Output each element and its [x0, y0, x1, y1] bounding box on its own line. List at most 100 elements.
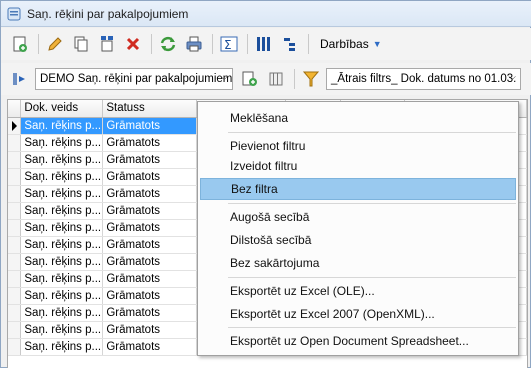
cell-status[interactable]: Grāmatots	[102, 304, 198, 322]
row-indicator[interactable]	[8, 304, 22, 322]
cell-status[interactable]: Grāmatots	[102, 219, 198, 237]
print-button[interactable]	[183, 33, 205, 55]
columns-button[interactable]	[253, 33, 275, 55]
refresh-button[interactable]	[157, 33, 179, 55]
cell-status[interactable]: Grāmatots	[102, 236, 198, 254]
actions-menu[interactable]: Darbības ▼	[320, 37, 382, 51]
edit-button[interactable]	[44, 33, 66, 55]
toolbar-separator	[247, 34, 248, 54]
view-settings-button[interactable]	[265, 68, 287, 90]
menu-item-no-sorting[interactable]: Bez sakārtojuma	[200, 252, 516, 274]
columns-settings-icon	[269, 72, 283, 86]
column-header-status[interactable]: Statuss	[102, 100, 198, 118]
cell-status[interactable]: Grāmatots	[102, 202, 198, 220]
debit-credit-icon	[101, 36, 113, 52]
copy-document-button[interactable]	[70, 33, 92, 55]
totals-button[interactable]: Σ	[218, 33, 240, 55]
row-indicator[interactable]	[8, 321, 22, 339]
view-switch-button[interactable]	[9, 68, 31, 90]
row-indicator[interactable]	[8, 117, 22, 135]
toolbar-separator	[38, 34, 39, 54]
cell-status[interactable]: Grāmatots	[102, 117, 198, 135]
cell-doc-type[interactable]: Saņ. rēķins p...	[20, 219, 104, 237]
column-context-menu: Meklēšana Pievienot filtru Izveidot filt…	[197, 101, 519, 356]
cell-doc-type[interactable]: Saņ. rēķins p...	[20, 287, 104, 305]
cell-doc-type[interactable]: Saņ. rēķins p...	[20, 202, 104, 220]
cell-status[interactable]: Grāmatots	[102, 185, 198, 203]
current-row-arrow-icon	[12, 120, 17, 131]
menu-separator	[228, 327, 516, 328]
cell-doc-type[interactable]: Saņ. rēķins p...	[20, 236, 104, 254]
menu-item-search[interactable]: Meklēšana	[200, 107, 516, 129]
list-arrow-icon	[13, 73, 25, 85]
chevron-down-icon: ⌵	[220, 72, 228, 83]
row-indicator[interactable]	[8, 338, 22, 356]
cell-doc-type[interactable]: Saņ. rēķins p...	[20, 151, 104, 169]
app-icon	[7, 7, 21, 20]
pencil-icon	[48, 37, 62, 51]
menu-item-create-filter[interactable]: Izveidot filtru	[200, 155, 516, 177]
menu-item-no-filter[interactable]: Bez filtra	[200, 178, 516, 200]
row-indicator[interactable]	[8, 270, 22, 288]
chevron-down-icon: ▼	[372, 39, 382, 49]
cell-doc-type[interactable]: Saņ. rēķins p...	[20, 304, 104, 322]
actions-menu-label: Darbības	[320, 37, 369, 51]
cell-status[interactable]: Grāmatots	[102, 321, 198, 339]
add-view-button[interactable]	[239, 68, 261, 90]
row-indicator[interactable]	[8, 202, 22, 220]
cell-doc-type[interactable]: Saņ. rēķins p...	[20, 338, 104, 356]
view-toolbar: DEMO Saņ. rēķini par pakalpojumiem ⌵ _Āt…	[1, 63, 531, 95]
row-indicator[interactable]	[8, 253, 22, 271]
menu-item-export-excel-ole[interactable]: Eksportēt uz Excel (OLE)...	[200, 280, 516, 302]
funnel-icon	[302, 71, 320, 87]
tree-view-button[interactable]	[279, 33, 301, 55]
menu-item-sort-descending[interactable]: Dilstošā secībā	[200, 229, 516, 251]
column-header-doc-type[interactable]: Dok. veids	[20, 100, 104, 118]
menu-separator	[228, 203, 516, 204]
delete-x-icon	[126, 37, 140, 51]
tree-icon	[284, 38, 295, 51]
cell-status[interactable]: Grāmatots	[102, 253, 198, 271]
cell-status[interactable]: Grāmatots	[102, 287, 198, 305]
row-indicator[interactable]	[8, 219, 22, 237]
cell-doc-type[interactable]: Saņ. rēķins p...	[20, 185, 104, 203]
cell-doc-type[interactable]: Saņ. rēķins p...	[20, 168, 104, 186]
chevron-down-icon: ⌵	[508, 72, 516, 83]
filter-button[interactable]	[300, 68, 322, 90]
row-indicator[interactable]	[8, 151, 22, 169]
sigma-icon: Σ	[220, 36, 238, 52]
svg-text:Σ: Σ	[224, 38, 232, 52]
printer-icon	[186, 36, 202, 52]
cell-status[interactable]: Grāmatots	[102, 134, 198, 152]
delete-button[interactable]	[122, 33, 144, 55]
row-indicator[interactable]	[8, 287, 22, 305]
main-toolbar: Σ Darbības ▼	[1, 28, 531, 60]
menu-item-add-filter[interactable]: Pievienot filtru	[200, 135, 516, 157]
view-select[interactable]: DEMO Saņ. rēķini par pakalpojumiem ⌵	[35, 68, 233, 90]
new-document-button[interactable]	[9, 33, 31, 55]
cell-doc-type[interactable]: Saņ. rēķins p...	[20, 270, 104, 288]
menu-item-sort-ascending[interactable]: Augošā secībā	[200, 206, 516, 228]
menu-separator	[228, 277, 516, 278]
cell-status[interactable]: Grāmatots	[102, 168, 198, 186]
cell-doc-type[interactable]: Saņ. rēķins p...	[20, 117, 104, 135]
menu-item-export-excel-2007[interactable]: Eksportēt uz Excel 2007 (OpenXML)...	[200, 303, 516, 325]
row-indicator[interactable]	[8, 185, 22, 203]
menu-item-export-ods[interactable]: Eksportēt uz Open Document Spreadsheet..…	[200, 330, 516, 352]
filter-select[interactable]: _Ātrais filtrs_ Dok. datums no 01.03. ⌵	[326, 68, 521, 90]
row-indicator[interactable]	[8, 134, 22, 152]
toolbar-separator	[212, 34, 213, 54]
cell-doc-type[interactable]: Saņ. rēķins p...	[20, 321, 104, 339]
cell-status[interactable]: Grāmatots	[102, 270, 198, 288]
cell-doc-type[interactable]: Saņ. rēķins p...	[20, 253, 104, 271]
row-indicator[interactable]	[8, 168, 22, 186]
new-document-icon	[13, 36, 27, 52]
post-document-button[interactable]	[96, 33, 118, 55]
toolbar-separator	[294, 69, 295, 89]
cell-status[interactable]: Grāmatots	[102, 151, 198, 169]
row-indicator-header	[8, 100, 22, 118]
refresh-icon	[160, 36, 176, 52]
row-indicator[interactable]	[8, 236, 22, 254]
cell-status[interactable]: Grāmatots	[102, 338, 198, 356]
cell-doc-type[interactable]: Saņ. rēķins p...	[20, 134, 104, 152]
